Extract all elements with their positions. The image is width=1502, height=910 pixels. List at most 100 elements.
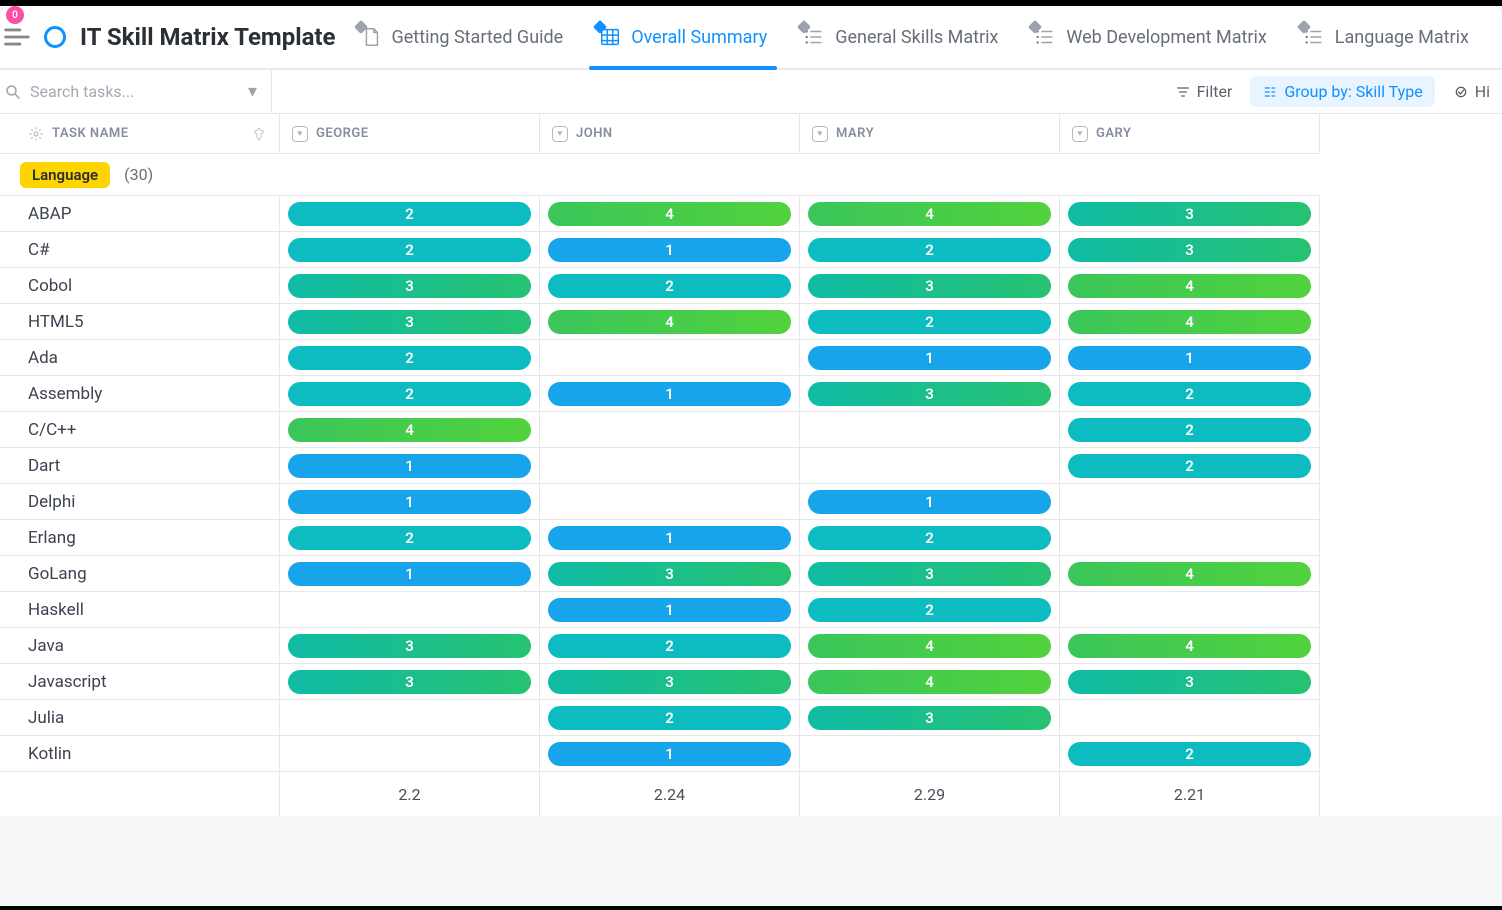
task-name-cell[interactable]: GoLang bbox=[0, 556, 280, 592]
tab-overall-summary[interactable]: Overall Summary bbox=[599, 6, 767, 68]
skill-cell[interactable]: 1 bbox=[1060, 340, 1320, 376]
task-name-cell[interactable]: ABAP bbox=[0, 196, 280, 232]
skill-cell[interactable]: 2 bbox=[280, 196, 540, 232]
skill-cell[interactable]: 1 bbox=[280, 448, 540, 484]
skill-cell[interactable] bbox=[280, 736, 540, 772]
task-name-cell[interactable]: Haskell bbox=[0, 592, 280, 628]
skill-cell[interactable]: 2 bbox=[280, 376, 540, 412]
group-header[interactable]: Language(30) bbox=[0, 154, 1320, 196]
pin-column-icon[interactable] bbox=[251, 126, 267, 142]
skill-cell[interactable]: 3 bbox=[800, 700, 1060, 736]
skill-cell[interactable]: 1 bbox=[540, 232, 800, 268]
task-name-cell[interactable]: Erlang bbox=[0, 520, 280, 556]
task-name-cell[interactable]: Kotlin bbox=[0, 736, 280, 772]
column-header-george[interactable]: GEORGE bbox=[280, 114, 540, 154]
skill-cell[interactable] bbox=[800, 412, 1060, 448]
skill-cell[interactable]: 2 bbox=[1060, 412, 1320, 448]
skill-cell[interactable]: 2 bbox=[800, 232, 1060, 268]
task-name-cell[interactable]: C/C++ bbox=[0, 412, 280, 448]
skill-cell[interactable] bbox=[1060, 592, 1320, 628]
tab-getting-started-guide[interactable]: Getting Started Guide bbox=[360, 6, 564, 68]
task-name-cell[interactable]: Java bbox=[0, 628, 280, 664]
skill-cell[interactable]: 2 bbox=[1060, 736, 1320, 772]
skill-cell[interactable]: 3 bbox=[1060, 232, 1320, 268]
skill-cell[interactable]: 3 bbox=[1060, 664, 1320, 700]
skill-cell[interactable]: 2 bbox=[800, 592, 1060, 628]
filter-button[interactable]: Filter bbox=[1163, 76, 1245, 107]
tab-general-skills-matrix[interactable]: General Skills Matrix bbox=[803, 6, 998, 68]
skill-cell[interactable]: 3 bbox=[280, 268, 540, 304]
hide-button[interactable]: Hi bbox=[1441, 76, 1502, 107]
skill-cell[interactable]: 4 bbox=[1060, 304, 1320, 340]
search-chevron-icon[interactable]: ▾ bbox=[248, 81, 257, 102]
menu-icon[interactable] bbox=[0, 20, 34, 54]
skill-cell[interactable]: 3 bbox=[280, 304, 540, 340]
skill-cell[interactable] bbox=[800, 736, 1060, 772]
skill-cell[interactable]: 1 bbox=[540, 376, 800, 412]
column-header-gary[interactable]: GARY bbox=[1060, 114, 1320, 154]
notification-badge[interactable]: 0 bbox=[6, 6, 24, 24]
task-name-cell[interactable]: Julia bbox=[0, 700, 280, 736]
skill-cell[interactable]: 1 bbox=[280, 556, 540, 592]
app-ring-icon[interactable] bbox=[44, 26, 66, 48]
column-header-john[interactable]: JOHN bbox=[540, 114, 800, 154]
skill-cell[interactable]: 1 bbox=[800, 340, 1060, 376]
skill-cell[interactable] bbox=[1060, 700, 1320, 736]
skill-cell[interactable]: 4 bbox=[800, 628, 1060, 664]
skill-cell[interactable] bbox=[540, 448, 800, 484]
skill-cell[interactable]: 3 bbox=[1060, 196, 1320, 232]
skill-cell[interactable]: 2 bbox=[540, 628, 800, 664]
skill-cell[interactable]: 2 bbox=[280, 232, 540, 268]
skill-cell[interactable]: 2 bbox=[540, 700, 800, 736]
task-name-cell[interactable]: Javascript bbox=[0, 664, 280, 700]
skill-cell[interactable] bbox=[280, 700, 540, 736]
skill-cell[interactable] bbox=[280, 592, 540, 628]
skill-cell[interactable]: 4 bbox=[800, 196, 1060, 232]
search-input[interactable] bbox=[28, 81, 242, 102]
skill-cell[interactable]: 3 bbox=[800, 376, 1060, 412]
skill-cell[interactable]: 4 bbox=[1060, 268, 1320, 304]
group-by-button[interactable]: Group by: Skill Type bbox=[1250, 76, 1434, 107]
skill-cell[interactable] bbox=[540, 412, 800, 448]
task-name-cell[interactable]: Assembly bbox=[0, 376, 280, 412]
skill-cell[interactable]: 3 bbox=[280, 628, 540, 664]
skill-cell[interactable]: 1 bbox=[800, 484, 1060, 520]
skill-cell[interactable]: 3 bbox=[540, 664, 800, 700]
column-header-mary[interactable]: MARY bbox=[800, 114, 1060, 154]
skill-cell[interactable]: 1 bbox=[280, 484, 540, 520]
skill-cell[interactable]: 1 bbox=[540, 736, 800, 772]
skill-cell[interactable]: 4 bbox=[800, 664, 1060, 700]
task-name-cell[interactable]: C# bbox=[0, 232, 280, 268]
skill-cell[interactable]: 4 bbox=[540, 304, 800, 340]
task-name-cell[interactable]: Ada bbox=[0, 340, 280, 376]
skill-cell[interactable]: 2 bbox=[800, 304, 1060, 340]
skill-cell[interactable] bbox=[800, 448, 1060, 484]
skill-cell[interactable]: 3 bbox=[800, 268, 1060, 304]
skill-cell[interactable]: 4 bbox=[1060, 628, 1320, 664]
task-name-cell[interactable]: HTML5 bbox=[0, 304, 280, 340]
tab-web-development-matrix[interactable]: Web Development Matrix bbox=[1034, 6, 1266, 68]
skill-cell[interactable]: 4 bbox=[280, 412, 540, 448]
task-name-cell[interactable]: Dart bbox=[0, 448, 280, 484]
column-header-task[interactable]: TASK NAME bbox=[0, 114, 280, 154]
skill-cell[interactable]: 2 bbox=[800, 520, 1060, 556]
skill-cell[interactable]: 2 bbox=[1060, 376, 1320, 412]
skill-cell[interactable]: 2 bbox=[280, 340, 540, 376]
skill-cell[interactable]: 3 bbox=[800, 556, 1060, 592]
skill-cell[interactable]: 1 bbox=[540, 520, 800, 556]
skill-cell[interactable] bbox=[540, 340, 800, 376]
skill-cell[interactable] bbox=[1060, 520, 1320, 556]
task-name-cell[interactable]: Delphi bbox=[0, 484, 280, 520]
task-name-cell[interactable]: Cobol bbox=[0, 268, 280, 304]
skill-cell[interactable]: 2 bbox=[280, 520, 540, 556]
skill-cell[interactable]: 2 bbox=[1060, 448, 1320, 484]
skill-cell[interactable]: 2 bbox=[540, 268, 800, 304]
skill-cell[interactable] bbox=[540, 484, 800, 520]
skill-cell[interactable]: 3 bbox=[540, 556, 800, 592]
skill-cell[interactable]: 3 bbox=[280, 664, 540, 700]
skill-cell[interactable]: 4 bbox=[540, 196, 800, 232]
skill-cell[interactable]: 4 bbox=[1060, 556, 1320, 592]
skill-cell[interactable]: 1 bbox=[540, 592, 800, 628]
skill-cell[interactable] bbox=[1060, 484, 1320, 520]
tab-language-matrix[interactable]: Language Matrix bbox=[1303, 6, 1469, 68]
